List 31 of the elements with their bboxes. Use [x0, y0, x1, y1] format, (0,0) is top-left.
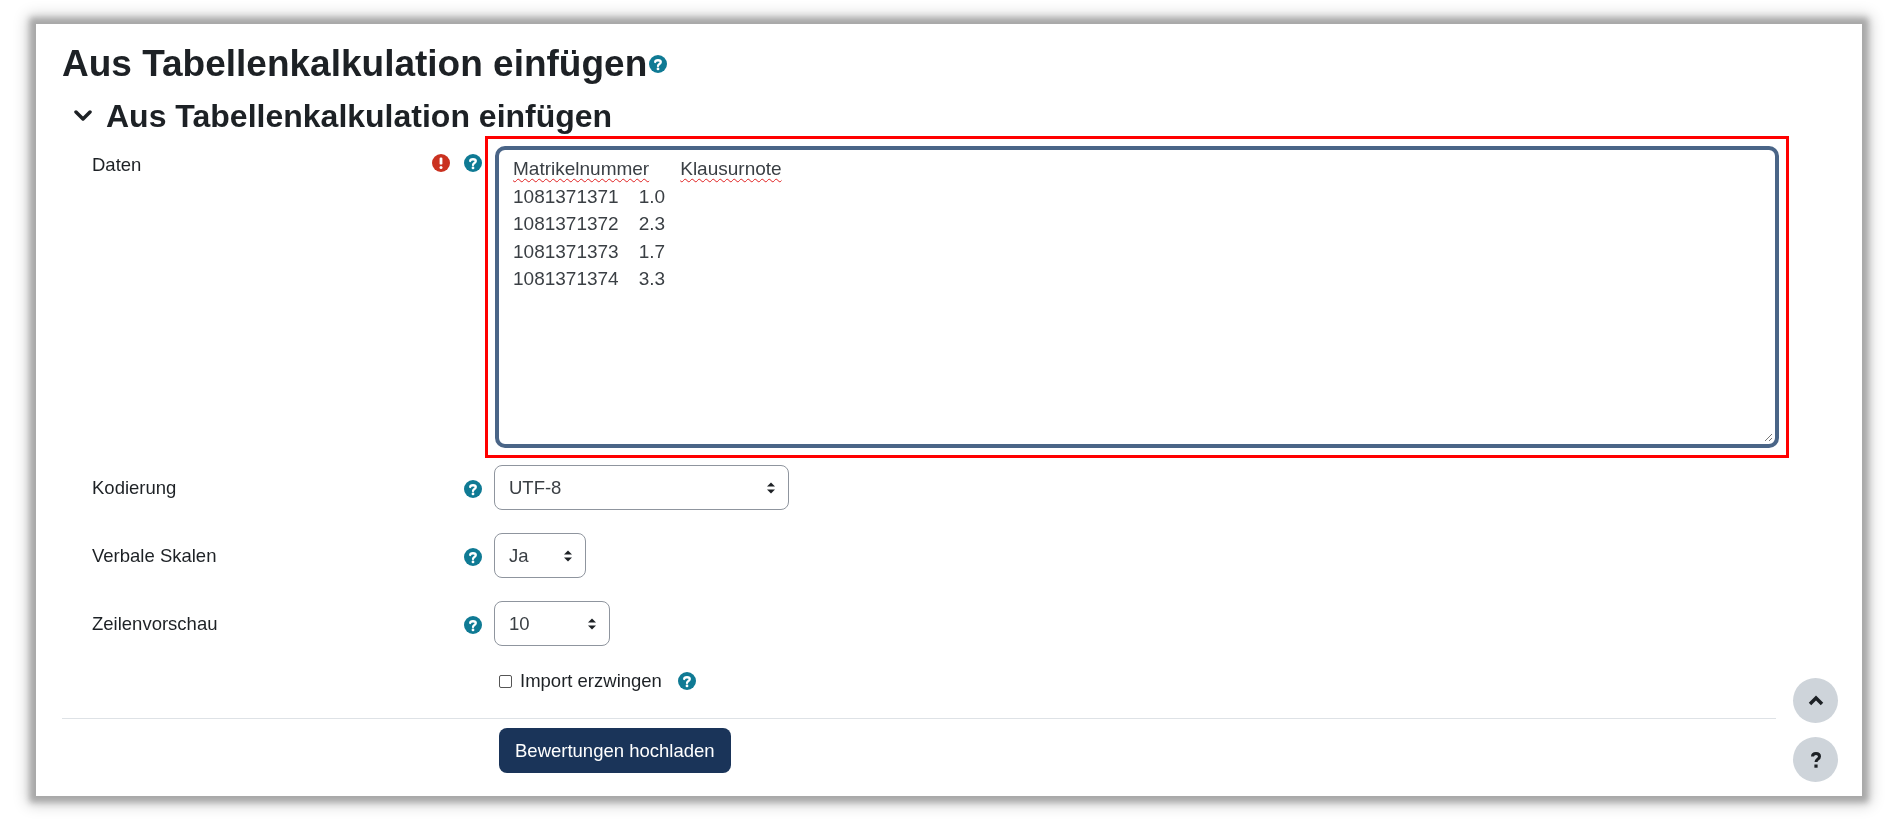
caret-up-icon: [1807, 695, 1824, 706]
chevron-icon[interactable]: [74, 110, 92, 122]
data-textarea[interactable]: Matrikelnummer Klausurnote 1081371371 1.0 1081371372 2.3 1081371373 1.7 1081371374 3.3: [495, 146, 1779, 448]
text-line: Matrikelnummer Klausurnote: [513, 157, 783, 181]
sort-icon: [587, 616, 597, 631]
page-title: Aus Tabellenkalkulation einfügen: [62, 42, 648, 86]
checkbox-label[interactable]: Import erzwingen: [520, 670, 662, 692]
field-label: Zeilenvorschau: [91, 612, 219, 635]
select-field[interactable]: 10: [494, 601, 610, 646]
help-icon[interactable]: [677, 672, 696, 690]
text-line: 1081371373 1.7: [513, 239, 667, 264]
upload-button[interactable]: Bewertungen hochladen: [499, 728, 731, 773]
select-field[interactable]: Ja: [494, 533, 586, 578]
field-label: Verbale Skalen: [91, 544, 218, 567]
sort-icon: [766, 480, 776, 495]
text-line: 1081371372 2.3: [513, 212, 667, 237]
sort-icon: [563, 548, 573, 563]
question-icon: [1809, 750, 1822, 769]
help-icon[interactable]: [464, 154, 482, 172]
field-label: Kodierung: [91, 476, 178, 499]
text-line: 1081371371 1.0: [513, 184, 667, 209]
checkbox[interactable]: [499, 674, 512, 688]
resize-grip-icon[interactable]: [1764, 433, 1773, 442]
help-icon[interactable]: [464, 479, 482, 498]
help-icon[interactable]: [464, 615, 482, 634]
help-icon[interactable]: [649, 55, 668, 73]
field-label: Daten: [91, 153, 143, 176]
section-title: Aus Tabellenkalkulation einfügen: [106, 97, 613, 136]
select-field[interactable]: UTF-8: [494, 465, 789, 510]
help-icon[interactable]: [464, 547, 482, 566]
text-line: 1081371374 3.3: [513, 267, 667, 292]
